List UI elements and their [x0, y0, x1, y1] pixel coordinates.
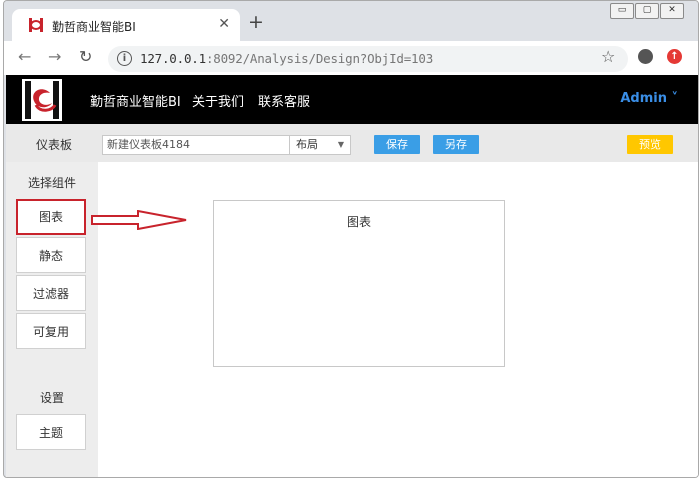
- components-title: 选择组件: [27, 176, 76, 190]
- app-favicon-icon: [29, 18, 43, 32]
- component-reusable[interactable]: 可复用: [16, 313, 86, 349]
- bookmark-star-icon[interactable]: ☆: [601, 48, 615, 66]
- url-path: :8092/Analysis/Design?ObjId=103: [205, 51, 434, 66]
- component-chart[interactable]: 图表: [16, 199, 86, 235]
- url-host: 127.0.0.1: [140, 51, 206, 66]
- dashboard-name-input[interactable]: [102, 135, 292, 155]
- dashboard-toolbar: 仪表板 布局 ▼ 保存 另存 预览: [6, 124, 698, 162]
- address-bar[interactable]: i 127.0.0.1:8092/Analysis/Design?ObjId=1…: [108, 46, 628, 72]
- maximize-button[interactable]: ▢: [635, 3, 659, 19]
- info-icon[interactable]: i: [117, 51, 132, 66]
- address-row: ← → ↻ i 127.0.0.1:8092/Analysis/Design?O…: [4, 41, 698, 75]
- user-menu[interactable]: Admin ˅: [620, 91, 678, 106]
- minimize-button[interactable]: ▭: [610, 3, 634, 19]
- bi-app: 勤哲商业智能BI 关于我们 联系客服 Admin ˅ 仪表板 布局 ▼ 保存 另…: [6, 75, 698, 477]
- brand-logo: [22, 79, 62, 121]
- layout-select-value: 布局: [296, 138, 318, 151]
- save-as-button[interactable]: 另存: [433, 135, 479, 154]
- close-window-button[interactable]: ✕: [660, 3, 684, 19]
- back-button[interactable]: ←: [18, 48, 31, 66]
- browser-window: 勤哲商业智能BI ✕ + ▭ ▢ ✕ ← → ↻ i 127.0.0.1:809…: [3, 0, 699, 478]
- settings-theme[interactable]: 主题: [16, 414, 86, 450]
- tab-close-icon[interactable]: ✕: [218, 16, 230, 32]
- nav-item-about[interactable]: 关于我们: [192, 91, 244, 110]
- preview-button[interactable]: 预览: [627, 135, 673, 154]
- browser-tab[interactable]: 勤哲商业智能BI ✕: [12, 9, 240, 41]
- save-button[interactable]: 保存: [374, 135, 420, 154]
- drag-arrow-icon: [91, 210, 187, 230]
- nav-item-brand[interactable]: 勤哲商业智能BI: [90, 91, 181, 110]
- component-sidebar: 选择组件 图表 静态 过滤器 可复用 设置 主题: [6, 162, 98, 477]
- forward-button[interactable]: →: [48, 48, 61, 66]
- chart-widget-title: 图表: [346, 215, 371, 229]
- reload-button[interactable]: ↻: [79, 48, 92, 66]
- url-text[interactable]: 127.0.0.1:8092/Analysis/Design?ObjId=103: [140, 51, 433, 66]
- update-icon[interactable]: ↑: [667, 49, 682, 64]
- tab-title: 勤哲商业智能BI: [52, 20, 136, 34]
- nav-item-support[interactable]: 联系客服: [258, 91, 310, 110]
- account-icon[interactable]: [638, 49, 653, 64]
- chart-widget[interactable]: 图表: [213, 200, 505, 367]
- browser-titlebar: 勤哲商业智能BI ✕ + ▭ ▢ ✕: [4, 1, 698, 41]
- component-filter[interactable]: 过滤器: [16, 275, 86, 311]
- settings-title: 设置: [39, 391, 64, 405]
- dashboard-label: 仪表板: [36, 138, 73, 152]
- new-tab-button[interactable]: +: [248, 13, 264, 32]
- component-static[interactable]: 静态: [16, 237, 86, 273]
- chevron-down-icon: ▼: [337, 140, 344, 149]
- app-header: 勤哲商业智能BI 关于我们 联系客服 Admin ˅: [6, 75, 698, 124]
- layout-select[interactable]: 布局 ▼: [289, 135, 351, 155]
